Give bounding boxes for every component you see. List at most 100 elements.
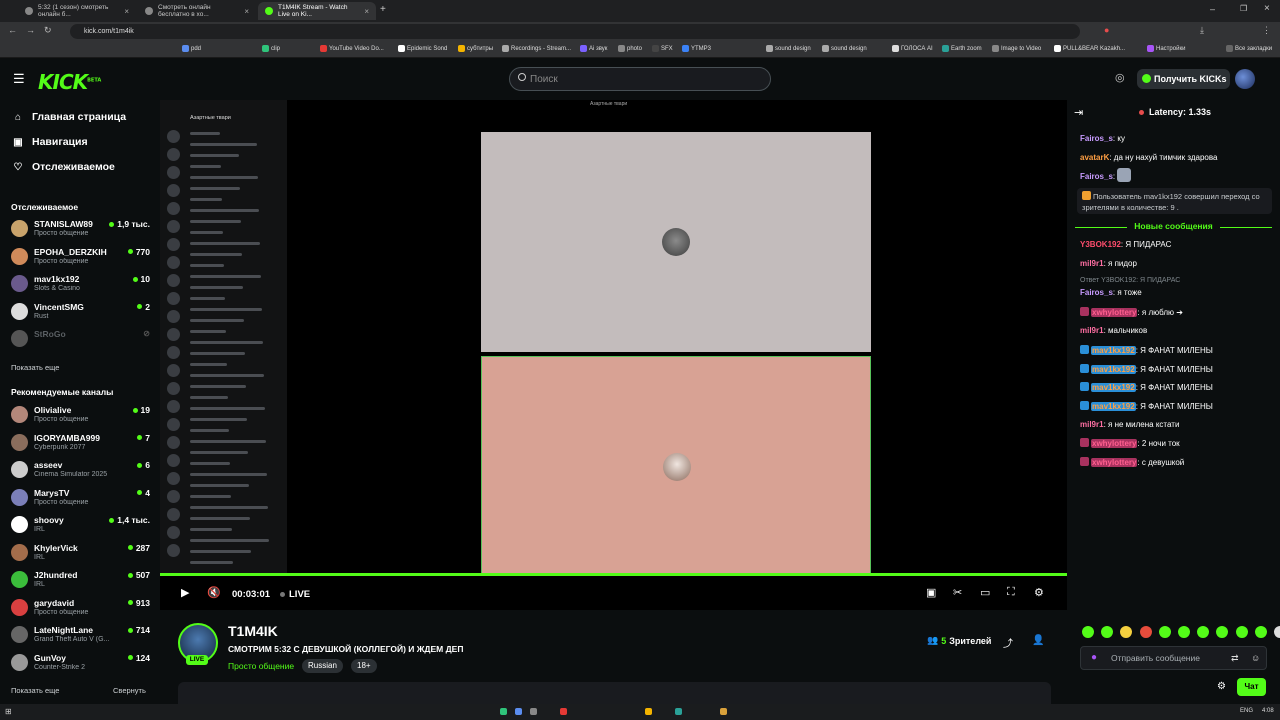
tag-language[interactable]: Russian [302,659,343,673]
collapse-chat-icon[interactable]: ⇥ [1074,106,1083,119]
notifications-icon[interactable]: ◎ [1115,71,1125,84]
stream-category[interactable]: Просто общение [228,661,294,671]
bookmark-item[interactable]: субтитры [458,45,493,52]
mute-icon[interactable]: 🔇 [207,586,221,599]
close-tab-icon[interactable]: × [124,7,129,16]
collapse-button[interactable]: Свернуть [113,686,146,695]
chat-username[interactable]: mav1kx192 [1091,364,1136,374]
chat-message-input[interactable]: ● Отправить сообщение ⇄ ☺ [1080,646,1267,670]
search-input[interactable]: Поиск [509,67,771,91]
chat-message[interactable]: xwhylottery: я люблю ➔ [1080,307,1275,318]
chat-message[interactable]: Fairos_s: я тоже [1080,288,1275,297]
chat-message[interactable]: Fairos_s: [1080,172,1275,181]
sidebar-channel[interactable]: GunVoy Counter-Strike 2 124 [11,651,150,675]
nav-home[interactable]: ⌂ Главная страница [12,111,126,123]
clip-icon[interactable]: ✂ [953,586,962,599]
emote-icon[interactable] [1139,626,1152,638]
sidebar-channel[interactable]: StRoGo ⊘ [11,327,150,351]
nav-following[interactable]: ♡ Отслеживаемое [12,161,115,173]
address-bar[interactable]: kick.com/t1m4ik [70,24,1080,39]
minimize-icon[interactable]: – [1210,4,1215,14]
emoji-icon[interactable]: ☺ [1251,647,1260,669]
bookmark-item[interactable]: YouTube Video Do... [320,45,384,52]
chat-message[interactable]: mav1kx192: Я ФАНАТ МИЛЕНЫ [1080,344,1275,355]
sidebar-channel[interactable]: asseev Cinema Simulator 2025 6 [11,458,150,482]
sidebar-channel[interactable]: Olivialive Просто общение 19 [11,403,150,427]
close-tab-icon[interactable]: × [364,7,369,16]
emote-icon[interactable] [1101,626,1114,638]
close-tab-icon[interactable]: × [244,7,249,16]
taskbar-app-icon[interactable] [560,708,567,715]
user-avatar[interactable] [1235,69,1255,89]
new-tab-icon[interactable]: + [380,4,386,15]
forward-icon[interactable]: → [26,25,35,35]
chat-message[interactable]: mav1kx192: Я ФАНАТ МИЛЕНЫ [1080,400,1275,411]
sidebar-channel[interactable]: STANISLAW89 Просто общение 1,9 тыс. [11,217,150,241]
sidebar-channel[interactable]: MarysTV Просто общение 4 [11,486,150,510]
close-window-icon[interactable]: × [1264,3,1270,14]
chat-message[interactable]: mav1kx192: Я ФАНАТ МИЛЕНЫ [1080,382,1275,393]
chat-username[interactable]: mil9r1 [1080,420,1104,429]
follow-user-icon[interactable]: 👤 [1032,635,1044,646]
sidebar-channel[interactable]: VincentSMG Rust 2 [11,300,150,324]
chat-username[interactable]: mav1kx192 [1091,401,1136,411]
emote-icon[interactable] [1120,626,1133,638]
back-icon[interactable]: ← [8,25,17,35]
emote-icon[interactable] [1178,626,1190,638]
sidebar-channel[interactable]: IGORYAMBA999 Cyberpunk 2077 7 [11,431,150,455]
maximize-icon[interactable]: ❐ [1240,4,1247,13]
chat-username[interactable]: xwhylottery [1091,439,1138,449]
windows-start-icon[interactable]: ⊞ [5,707,12,716]
chat-username[interactable]: avatarK [1080,153,1109,162]
chat-message[interactable]: xwhylottery: 2 ночи ток [1080,438,1275,449]
taskbar-app-icon[interactable] [515,708,522,715]
chat-message[interactable]: mav1kx192: Я ФАНАТ МИЛЕНЫ [1080,363,1275,374]
reload-icon[interactable]: ↻ [44,25,52,36]
chat-username[interactable]: mil9r1 [1080,259,1104,268]
fullscreen-icon[interactable]: ⛶ [1007,586,1015,599]
chat-username[interactable]: xwhylottery [1091,308,1138,318]
chat-username[interactable]: Fairos_s [1080,134,1113,143]
tag-age[interactable]: 18+ [351,659,377,673]
theater-mode-icon[interactable]: ▭ [980,586,990,599]
bookmark-item[interactable]: Earth zoom [942,45,982,52]
taskbar-app-icon[interactable] [530,708,537,715]
sidebar-channel[interactable]: garydavid Просто общение 913 [11,596,150,620]
get-kicks-button[interactable]: Получить KICKs [1137,69,1230,89]
taskbar-app-icon[interactable] [500,708,507,715]
reply-preview[interactable]: Ответ Y3BOK192: Я ПИДАРАС [1080,277,1275,284]
browser-tab-active[interactable]: T1M4IK Stream - Watch Live on Ki... × [258,2,376,20]
show-more-recommended[interactable]: Показать еще [11,686,59,695]
send-chat-button[interactable]: Чат [1237,678,1266,696]
bookmark-item[interactable]: Image to Video [992,45,1041,52]
sidebar-channel[interactable]: shoovy IRL 1,4 тыс. [11,513,150,537]
sidebar-channel[interactable]: mav1kx192 Slots & Casino 10 [11,272,150,296]
chat-message[interactable]: mil9r1: я пидор [1080,259,1275,268]
browser-tab-2[interactable]: Смотреть онлайн бесплатно в хо... × [138,2,256,20]
streamer-name[interactable]: T1M4IK [228,623,278,639]
chat-username[interactable]: mav1kx192 [1091,383,1136,393]
sidebar-channel[interactable]: J2hundred IRL 507 [11,568,150,592]
share-icon[interactable]: ⤴ [1003,635,1013,650]
settings-gear-icon[interactable]: ⚙ [1034,586,1044,599]
chat-message[interactable]: Y3BOK192: Я ПИДАРАС [1080,240,1275,249]
taskbar-app-icon[interactable] [675,708,682,715]
microphone-icon[interactable]: ● [1091,647,1097,669]
clock[interactable]: 4:08 [1262,708,1274,714]
taskbar-app-icon[interactable] [720,708,727,715]
chat-settings-icon[interactable]: ⚙ [1217,681,1226,692]
kick-logo[interactable]: KICKBETA [38,70,101,94]
nav-browse[interactable]: ▣ Навигация [12,136,87,148]
video-player[interactable]: Азартные твари Азартные твари ▶ 🔇 00:03:… [160,100,1067,610]
taskbar-app-icon[interactable] [645,708,652,715]
play-icon[interactable]: ▶ [181,586,189,599]
bookmark-item[interactable]: Recordings - Stream... [502,45,571,52]
hamburger-menu-icon[interactable]: ☰ [13,71,25,87]
sidebar-channel[interactable]: LateNightLane Grand Theft Auto V (G... 714 [11,623,150,647]
bookmark-item[interactable]: photo [618,45,642,52]
miniplayer-icon[interactable]: ▣ [926,586,936,599]
chat-username[interactable]: mav1kx192 [1091,345,1136,355]
bookmark-item[interactable]: sound design [766,45,811,52]
chat-username[interactable]: Y3BOK192 [1080,240,1121,249]
chat-username[interactable]: xwhylottery [1091,458,1138,467]
